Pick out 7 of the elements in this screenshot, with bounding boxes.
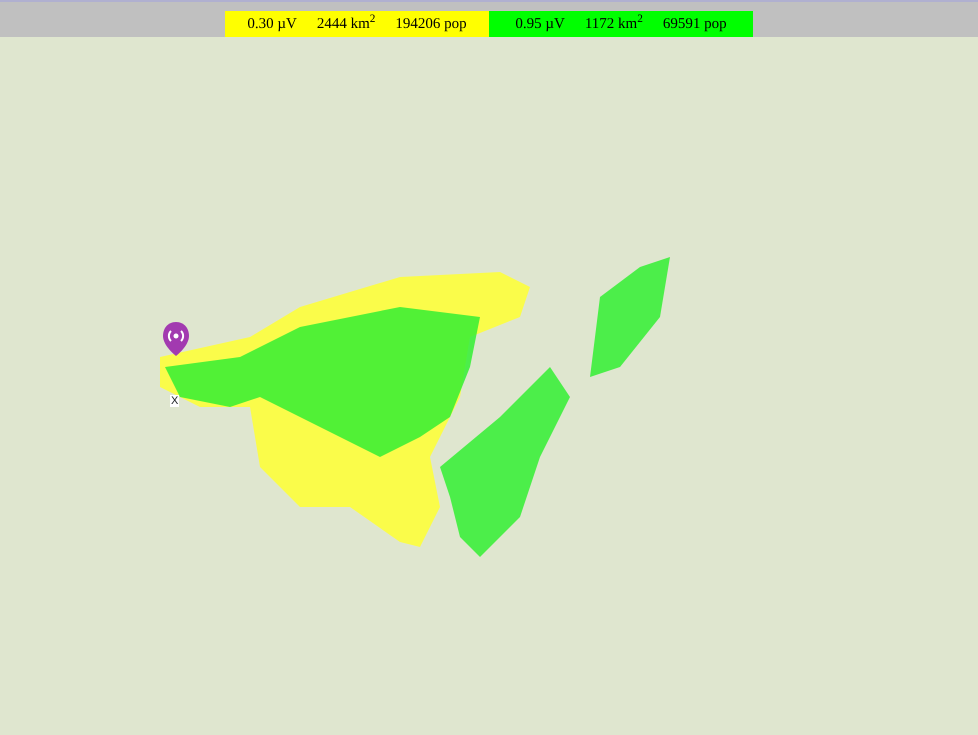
coverage-area: 2444 km$^{2}$	[316, 12, 376, 36]
signal-level: 0.30 µV	[247, 14, 297, 34]
population-count: 194206 pop	[395, 14, 467, 34]
signal-level: 0.95 µV	[515, 14, 565, 34]
population-count: 69591 pop	[662, 14, 727, 34]
marker-label: X	[170, 395, 180, 407]
coverage-area: 1172 km$^{2}$	[584, 12, 643, 36]
